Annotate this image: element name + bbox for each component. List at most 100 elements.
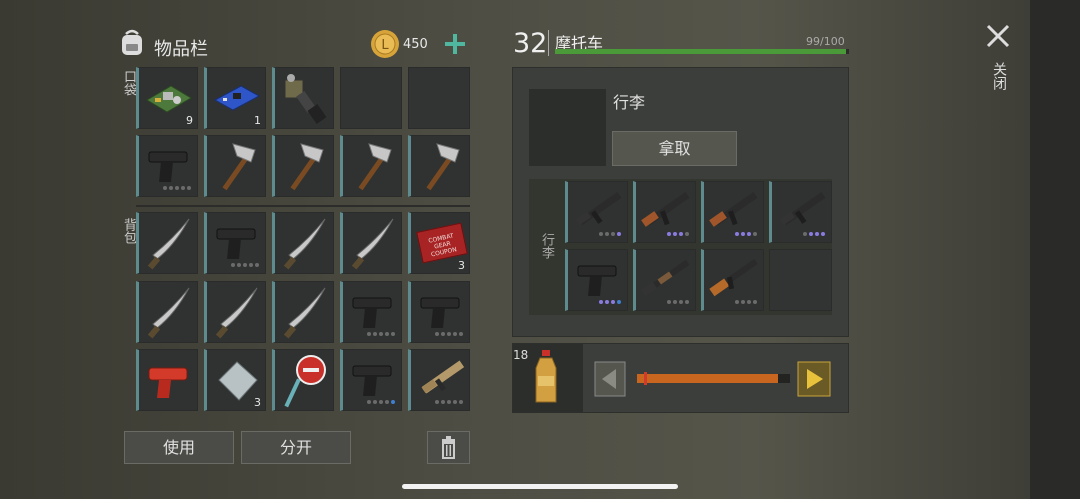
increase-fuel-button[interactable]: [797, 361, 831, 397]
cargo-slot[interactable]: [565, 181, 628, 243]
backpack-slot[interactable]: [408, 281, 470, 343]
quality-dots: [367, 332, 395, 336]
quality-dots: [667, 232, 689, 236]
inventory-title: 物品栏: [154, 39, 208, 60]
quality-dots: [367, 400, 395, 404]
quality-dots: [231, 263, 259, 267]
machete-icon: [281, 215, 331, 273]
fuel-slider-handle[interactable]: [644, 372, 647, 385]
cargo-slot[interactable]: [701, 249, 764, 311]
pistol-icon: [213, 223, 261, 263]
backpack-slot[interactable]: [204, 281, 266, 343]
cargo-slot[interactable]: [769, 181, 832, 243]
take-button[interactable]: 拿取: [612, 131, 737, 166]
stop-sign-icon: [281, 352, 331, 410]
pocket-slot-empty[interactable]: [340, 67, 402, 129]
add-coins-button[interactable]: [441, 30, 469, 58]
pocket-slot[interactable]: [272, 135, 334, 197]
cargo-slot[interactable]: [633, 181, 696, 243]
backpack-slot[interactable]: [272, 212, 334, 274]
home-indicator[interactable]: [402, 484, 678, 489]
backpack-slot[interactable]: [340, 281, 402, 343]
decrease-fuel-button[interactable]: [594, 361, 626, 397]
use-button[interactable]: 使用: [124, 431, 234, 464]
hatchet-icon: [347, 140, 399, 192]
quality-dots: [735, 300, 757, 304]
pocket-slot[interactable]: [408, 135, 470, 197]
fuel-slot[interactable]: 18: [513, 344, 583, 412]
chip-board-icon: [211, 80, 263, 116]
coin-count: 450: [403, 37, 428, 52]
storage-image-box: [529, 89, 606, 166]
backpack-slot[interactable]: [272, 349, 334, 411]
backpack-slot[interactable]: [136, 349, 198, 411]
hatchet-icon: [211, 140, 263, 192]
backpack-slot[interactable]: [204, 212, 266, 274]
backpack-slot[interactable]: COMBAT GEAR COUPON 3: [408, 212, 470, 274]
vehicle-level: 32: [513, 28, 548, 59]
backpack-slot[interactable]: [408, 349, 470, 411]
assault-rifle-icon: [570, 185, 626, 237]
machete-icon: [145, 284, 195, 342]
pocket-slot[interactable]: 9: [136, 67, 198, 129]
fuel-slider-track[interactable]: [637, 372, 790, 385]
pistol-icon: [349, 292, 397, 332]
trash-button[interactable]: [427, 431, 470, 464]
pocket-slot-empty[interactable]: [408, 67, 470, 129]
pocket-slot[interactable]: [136, 135, 198, 197]
carbine-icon: [706, 253, 762, 305]
split-button[interactable]: 分开: [241, 431, 351, 464]
pistol-icon: [417, 292, 465, 332]
pistol-icon: [145, 146, 193, 186]
pocket-slot[interactable]: 1: [204, 67, 266, 129]
coupon-text: COMBAT GEAR COUPON: [427, 232, 458, 259]
backpack-slot[interactable]: [340, 212, 402, 274]
pocket-slot[interactable]: [272, 67, 334, 129]
cargo-slot[interactable]: [701, 181, 764, 243]
pistol-icon: [349, 360, 397, 400]
backpack-slot[interactable]: [136, 281, 198, 343]
quality-dots: [667, 300, 689, 304]
cargo-slot-empty[interactable]: [769, 249, 832, 311]
hatchet-icon: [279, 140, 331, 192]
pocket-slot[interactable]: [204, 135, 266, 197]
backpack-slot[interactable]: [136, 212, 198, 274]
close-button[interactable]: 关闭: [980, 22, 1016, 102]
backpack-slot[interactable]: [272, 281, 334, 343]
quality-dots: [803, 232, 825, 236]
coin-icon: L: [370, 29, 400, 59]
item-count: 1: [254, 114, 261, 127]
item-count: 3: [458, 259, 465, 272]
flare-gun-icon: [145, 362, 193, 402]
pocket-slot[interactable]: [340, 135, 402, 197]
cargo-slot[interactable]: [633, 249, 696, 311]
pistol-icon: [574, 260, 622, 300]
durability-text: 99/100: [806, 35, 845, 48]
assault-rifle-tan-icon: [414, 353, 470, 405]
fuel-bottle-icon: [528, 348, 564, 406]
quality-dots: [435, 400, 463, 404]
quality-dots: [435, 332, 463, 336]
cargo-label: 行李: [539, 233, 554, 259]
coupon-icon: COMBAT GEAR COUPON: [416, 222, 468, 264]
cargo-slot[interactable]: [565, 249, 628, 311]
quality-dots: [735, 232, 757, 236]
fuel-slider-fill: [637, 374, 778, 383]
close-icon: [986, 24, 1010, 48]
arrow-left-icon: [594, 361, 626, 397]
ak-rifle-icon: [638, 185, 694, 237]
item-count: 9: [186, 114, 193, 127]
durability-bar: [555, 49, 849, 54]
section-divider: [136, 205, 470, 207]
circuit-board-icon: [143, 78, 195, 118]
machete-icon: [213, 284, 263, 342]
ak-rifle-icon: [706, 185, 762, 237]
close-label: 关闭: [991, 62, 1007, 90]
right-edge-strip: [1030, 0, 1080, 499]
assault-rifle-icon: [774, 185, 830, 237]
plus-icon: [445, 34, 465, 54]
backpack-slot[interactable]: 3: [204, 349, 266, 411]
fuel-count: 18: [513, 348, 529, 362]
shotgun-icon: [638, 253, 694, 305]
backpack-slot[interactable]: [340, 349, 402, 411]
